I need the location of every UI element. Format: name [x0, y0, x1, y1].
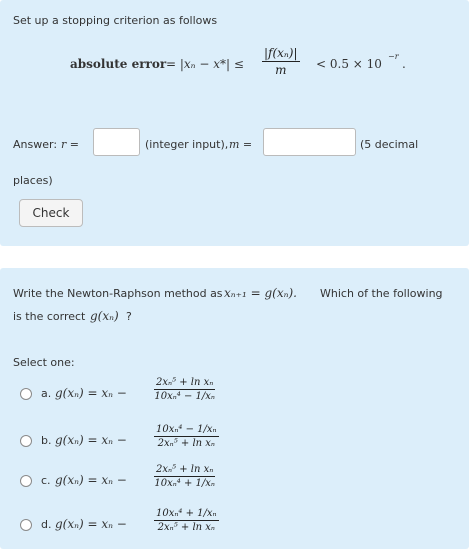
answer-var-r: r = [61, 138, 79, 151]
criterion-exponent: −r [388, 52, 399, 61]
answer-label: Answer: [13, 138, 58, 151]
criterion-period: . [402, 57, 406, 71]
option-d-denominator: 2xₙ⁵ + ln xₙ [157, 522, 215, 533]
question-2-prompt-end: ? [126, 310, 132, 323]
option-a-letter: a. [41, 387, 52, 400]
option-b-numerator: 10xₙ⁴ − 1/xₙ [154, 424, 219, 437]
criterion-lhs: = |xₙ − x*| ≤ [166, 57, 244, 71]
decimal-note-line-1: (5 decimal [360, 138, 419, 151]
select-one-label: Select one: [13, 356, 75, 369]
option-d-letter: d. [41, 518, 52, 531]
check-button[interactable]: Check [19, 199, 83, 227]
option-a-denominator: 10xₙ⁴ − 1/xₙ [154, 391, 215, 402]
criterion-rhs: < 0.5 × 10 [316, 57, 382, 71]
question-1-intro: Set up a stopping criterion as follows [13, 14, 218, 27]
option-a-numerator: 2xₙ⁵ + ln xₙ [154, 377, 216, 390]
option-b-denominator: 2xₙ⁵ + ln xₙ [157, 438, 215, 449]
option-c-letter: c. [41, 474, 51, 487]
criterion-fraction-denominator: m [275, 63, 287, 77]
option-a-lhs: g(xₙ) = xₙ − [55, 386, 127, 400]
option-c-lhs: g(xₙ) = xₙ − [55, 473, 127, 487]
r-integer-input[interactable] [93, 128, 140, 156]
question-2-prompt-g: g(xₙ) [90, 309, 119, 323]
question-2-panel: Write the Newton-Raphson method as xₙ₊₁ … [0, 268, 469, 549]
criterion-label: absolute error [70, 57, 167, 71]
m-decimal-input[interactable] [263, 128, 356, 156]
decimal-note-line-2: places) [13, 174, 53, 187]
integer-input-note: (integer input), [145, 138, 229, 151]
question-2-prompt-part-3: is the correct [13, 310, 86, 323]
option-a-fraction: 2xₙ⁵ + ln xₙ 10xₙ⁴ − 1/xₙ [154, 377, 216, 402]
option-b-radio[interactable] [20, 435, 32, 447]
option-c-numerator: 2xₙ⁵ + ln xₙ [154, 464, 216, 477]
question-2-prompt-part-2: Which of the following [320, 287, 443, 300]
option-a-radio[interactable] [20, 388, 32, 400]
option-c-radio[interactable] [20, 475, 32, 487]
option-b-fraction: 10xₙ⁴ − 1/xₙ 2xₙ⁵ + ln xₙ [154, 424, 219, 449]
question-1-panel: Set up a stopping criterion as follows a… [0, 0, 469, 246]
option-b-letter: b. [41, 434, 52, 447]
question-2-prompt-formula: xₙ₊₁ = g(xₙ). [224, 286, 297, 300]
option-d-lhs: g(xₙ) = xₙ − [55, 517, 127, 531]
option-d-radio[interactable] [20, 519, 32, 531]
option-c-denominator: 10xₙ⁴ + 1/xₙ [154, 478, 215, 489]
answer-var-m: m = [229, 138, 253, 151]
criterion-fraction-numerator: |f(xₙ)| [262, 46, 300, 62]
question-2-prompt-part-1: Write the Newton-Raphson method as [13, 287, 223, 300]
criterion-fraction: |f(xₙ)| m [262, 46, 300, 77]
option-c-fraction: 2xₙ⁵ + ln xₙ 10xₙ⁴ + 1/xₙ [154, 464, 216, 489]
option-d-fraction: 10xₙ⁴ + 1/xₙ 2xₙ⁵ + ln xₙ [154, 508, 219, 533]
option-d-numerator: 10xₙ⁴ + 1/xₙ [154, 508, 219, 521]
option-b-lhs: g(xₙ) = xₙ − [55, 433, 127, 447]
